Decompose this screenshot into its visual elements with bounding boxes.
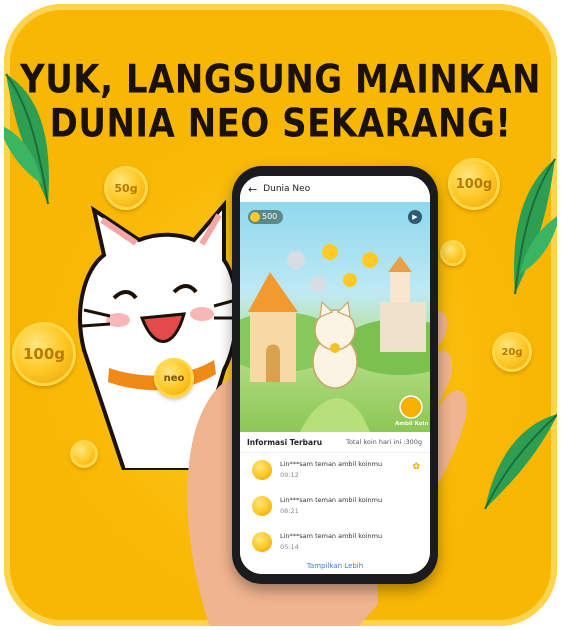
list-item-text: Lin***sam teman ambil koinmu — [280, 460, 383, 468]
coin-right-top: 100g — [448, 158, 500, 210]
phone-device: ← Dunia Neo 500 ▶ Ambil Koin Informasi T… — [232, 166, 438, 584]
info-total: Total koin hari ini :300g — [346, 438, 422, 446]
game-world-icon — [240, 244, 430, 432]
list-item-time: 05:14 — [280, 543, 299, 551]
palm-leaf-bottom-right-icon — [484, 413, 557, 510]
coin-icon — [252, 532, 272, 552]
info-title: Informasi Terbaru — [247, 438, 323, 447]
list-item-text: Lin***sam teman ambil koinmu — [280, 532, 383, 540]
list-item: Lin***sam teman ambil koinmu 05:14 — [240, 526, 430, 562]
list-item: Lin***sam teman ambil koinmu 08:21 — [240, 490, 430, 526]
phone-screen: ← Dunia Neo 500 ▶ Ambil Koin Informasi T… — [240, 176, 430, 574]
info-header: Informasi Terbaru Total koin hari ini :3… — [240, 432, 430, 453]
app-header-title: Dunia Neo — [263, 184, 311, 194]
paw-icon[interactable]: ✿ — [412, 462, 420, 472]
back-arrow-icon[interactable]: ← — [248, 183, 257, 196]
list-item-time: 08:21 — [280, 507, 299, 515]
list-item: Lin***sam teman ambil koinmu 09:12 ✿ — [240, 454, 430, 490]
coin-icon — [252, 460, 272, 480]
promo-card: YUK, LANGSUNG MAINKAN DUNIA NEO SEKARANG… — [4, 4, 557, 626]
coin-small-right — [440, 240, 466, 266]
headline-line-1: YUK, LANGSUNG MAINKAN — [20, 57, 541, 103]
game-scene[interactable]: 500 ▶ Ambil Koin — [240, 202, 430, 432]
info-panel: Informasi Terbaru Total koin hari ini :3… — [240, 432, 430, 574]
show-more-link[interactable]: Tampilkan Lebih — [240, 562, 430, 570]
app-header: ← Dunia Neo — [240, 176, 430, 202]
palm-leaf-right-icon — [514, 158, 557, 295]
headline-line-2: DUNIA NEO SEKARANG! — [49, 101, 512, 147]
list-item-text: Lin***sam teman ambil koinmu — [280, 496, 383, 504]
coin-icon — [252, 496, 272, 516]
ambil-koin-label[interactable]: Ambil Koin — [395, 421, 428, 427]
coin-right-mid: 20g — [492, 332, 532, 372]
list-item-time: 09:12 — [280, 471, 299, 479]
